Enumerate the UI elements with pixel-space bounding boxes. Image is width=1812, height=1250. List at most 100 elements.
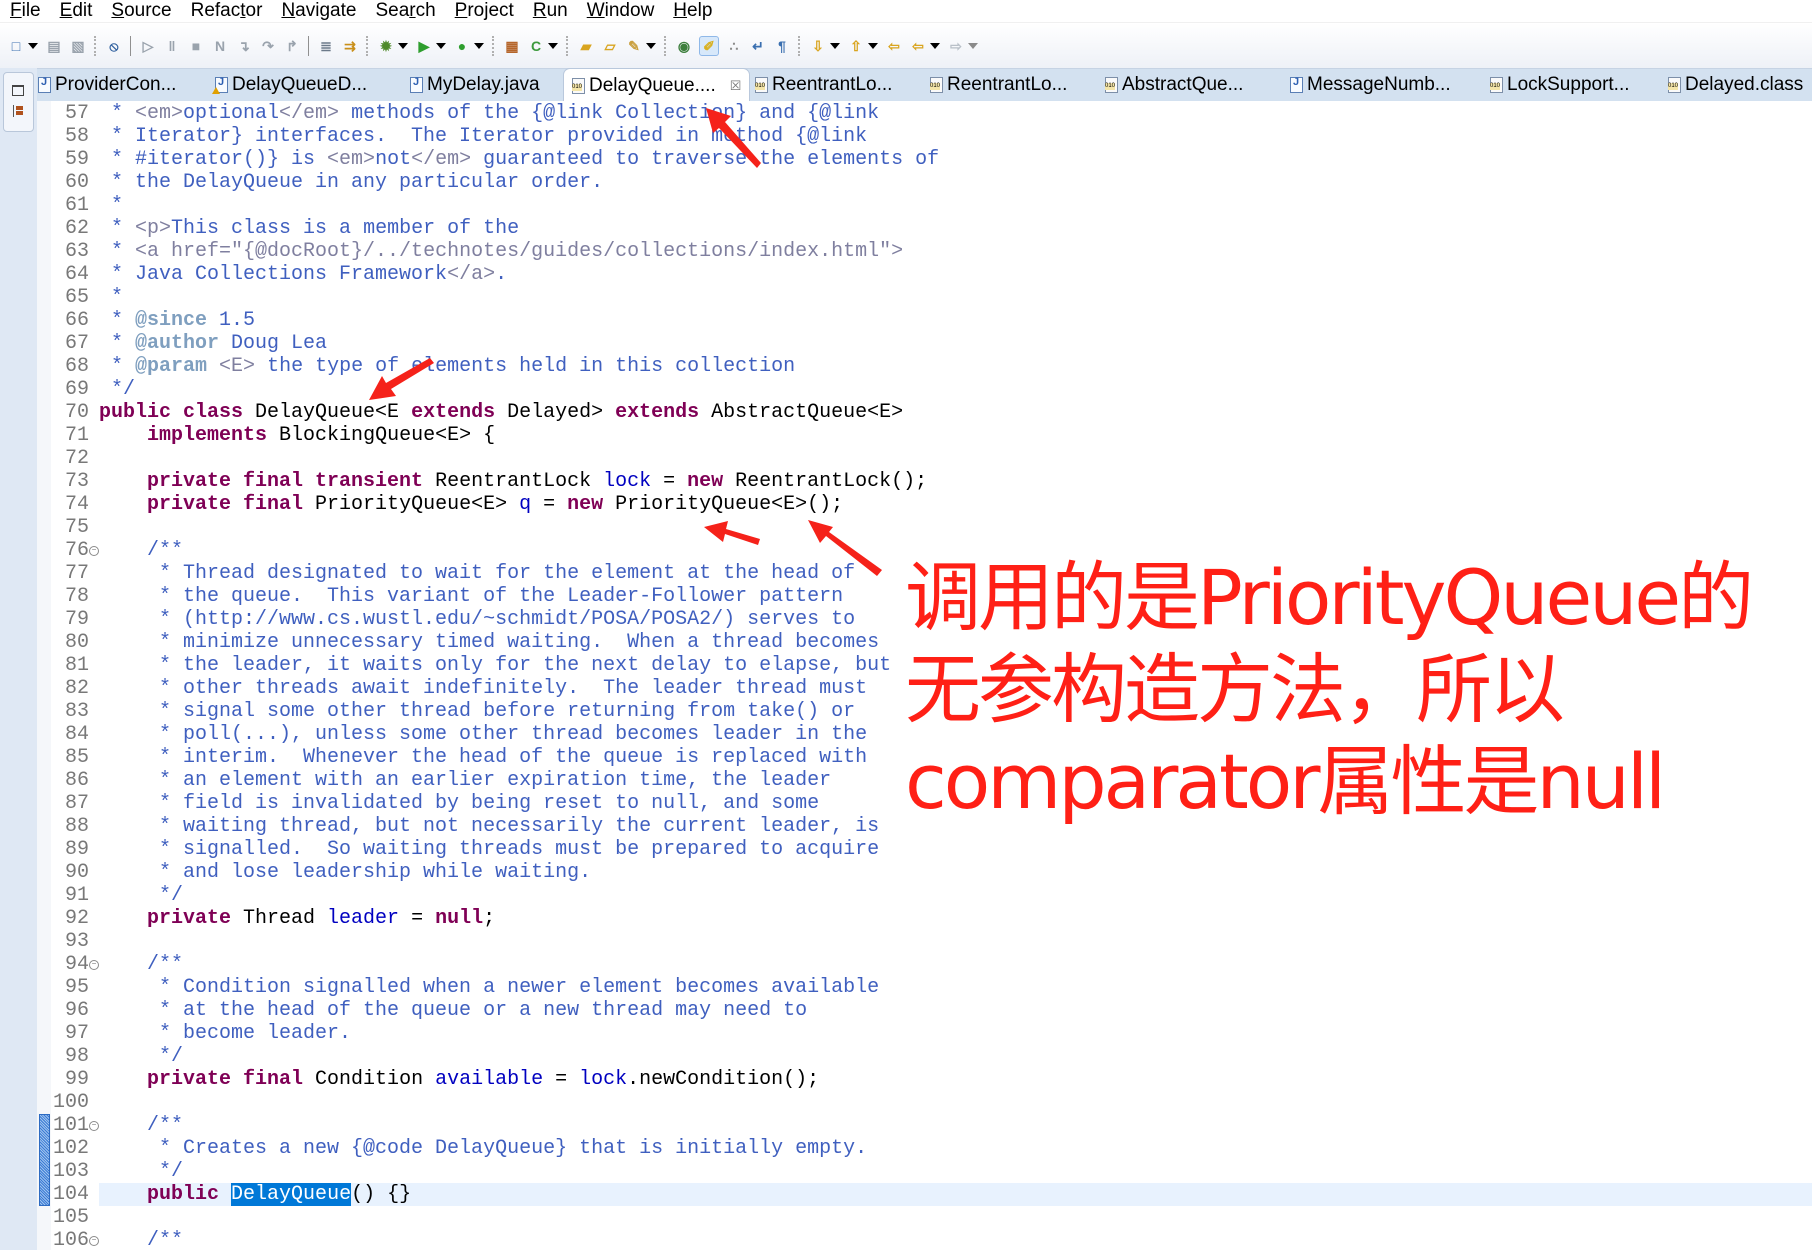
code-line[interactable]: 90 * and lose leadership while waiting. (37, 861, 1812, 884)
code-line[interactable]: 73 private final transient ReentrantLock… (37, 470, 1812, 493)
code-line[interactable]: 102 * Creates a new {@code DelayQueue} t… (37, 1137, 1812, 1160)
code-line[interactable]: 96 * at the head of the queue or a new t… (37, 999, 1812, 1022)
previous-annotation-icon[interactable]: ⇧ (847, 37, 865, 55)
fold-toggle-icon[interactable]: − (89, 1121, 99, 1131)
step-return-icon[interactable]: ↱ (283, 37, 301, 55)
package-explorer-icon[interactable] (13, 105, 24, 117)
code-line[interactable]: 67 * @author Doug Lea (37, 332, 1812, 355)
code-line[interactable]: 104 public DelayQueue() {} (37, 1183, 1812, 1206)
run-icon[interactable]: ▶ (415, 37, 433, 55)
code-line[interactable]: 57 * <em>optional</em> methods of the {@… (37, 102, 1812, 125)
debug-icon[interactable]: ✹ (377, 37, 395, 55)
dropdown-arrow-icon[interactable] (28, 37, 38, 55)
editor-tab[interactable]: DelayQueue.... ☒ (563, 68, 751, 102)
code-line[interactable]: 91 */ (37, 884, 1812, 907)
code-line[interactable]: 89 * signalled. So waiting threads must … (37, 838, 1812, 861)
code-line[interactable]: 75 (37, 516, 1812, 539)
code-line[interactable]: 99 private final Condition available = l… (37, 1068, 1812, 1091)
code-line[interactable]: 58 * Iterator} interfaces. The Iterator … (37, 125, 1812, 148)
dropdown-arrow-icon[interactable] (830, 37, 840, 55)
menu-window[interactable]: Window (587, 0, 655, 22)
editor-tab[interactable]: ReentrantLo... (755, 69, 892, 101)
editor-tab[interactable]: MyDelay.java (410, 69, 540, 101)
word-wrap-icon[interactable]: ↵ (749, 37, 767, 55)
menu-refactor[interactable]: Refactor (191, 0, 263, 22)
editor-tab[interactable]: Delayed.class (1668, 69, 1803, 101)
open-type-icon[interactable]: ▰ (577, 37, 595, 55)
code-line[interactable]: 72 (37, 447, 1812, 470)
menu-file[interactable]: File (10, 0, 41, 22)
save-all-icon[interactable]: ▧ (69, 37, 87, 55)
fold-toggle-icon[interactable]: − (89, 1236, 99, 1246)
new-icon[interactable]: □ (7, 37, 25, 55)
step-into-icon[interactable]: ↴ (235, 37, 253, 55)
code-line[interactable]: 59 * #iterator()} is <em>not</em> guaran… (37, 148, 1812, 171)
close-tab-icon[interactable]: ☒ (730, 78, 742, 94)
dropdown-arrow-icon[interactable] (436, 37, 446, 55)
search-icon[interactable]: ✎ (625, 37, 643, 55)
menu-run[interactable]: Run (533, 0, 568, 22)
restore-icon[interactable] (12, 85, 24, 96)
code-line[interactable]: 65 * (37, 286, 1812, 309)
run-external-tool-icon[interactable]: ● (453, 37, 471, 55)
code-line[interactable]: 71 implements BlockingQueue<E> { (37, 424, 1812, 447)
editor-tab[interactable]: DelayQueueD... (212, 69, 367, 101)
code-line[interactable]: 97 * become leader. (37, 1022, 1812, 1045)
dropdown-arrow-icon[interactable] (474, 37, 484, 55)
back-icon[interactable]: ⇦ (909, 37, 927, 55)
code-line[interactable]: 101− /** (37, 1114, 1812, 1137)
terminate-icon[interactable]: ■ (187, 37, 205, 55)
editor-tab[interactable]: ProviderCon... (38, 69, 176, 101)
next-annotation-icon[interactable]: ⇩ (809, 37, 827, 55)
dropdown-arrow-icon[interactable] (868, 37, 878, 55)
code-line[interactable]: 69 */ (37, 378, 1812, 401)
new-java-class-icon[interactable]: C (527, 37, 545, 55)
code-line[interactable]: 62 * <p>This class is a member of the (37, 217, 1812, 240)
code-line[interactable]: 68 * @param <E> the type of elements hel… (37, 355, 1812, 378)
menu-source[interactable]: Source (111, 0, 171, 22)
code-line[interactable]: 100 (37, 1091, 1812, 1114)
editor-tab[interactable]: AbstractQue... (1105, 69, 1243, 101)
code-line[interactable]: 64 * Java Collections Framework</a>. (37, 263, 1812, 286)
dropdown-arrow-icon[interactable] (398, 37, 408, 55)
code-line[interactable]: 93 (37, 930, 1812, 953)
toggle-mark-occurrences-icon[interactable]: ✐ (699, 35, 719, 56)
new-java-package-icon[interactable]: ▦ (503, 37, 521, 55)
code-line[interactable]: 63 * <a href="{@docRoot}/../technotes/gu… (37, 240, 1812, 263)
editor-tab[interactable]: ReentrantLo... (930, 69, 1067, 101)
use-step-filters-icon[interactable]: ⇉ (341, 37, 359, 55)
code-line[interactable]: 92 private Thread leader = null; (37, 907, 1812, 930)
resume-icon[interactable]: ▷ (139, 37, 157, 55)
code-line[interactable]: 103 */ (37, 1160, 1812, 1183)
show-whitespace-icon[interactable]: ¶ (773, 37, 791, 55)
menu-search[interactable]: Search (375, 0, 435, 22)
code-line[interactable]: 60 * the DelayQueue in any particular or… (37, 171, 1812, 194)
suspend-icon[interactable]: ‖ (163, 37, 181, 55)
toggle-breadcrumb-icon[interactable]: ◉ (675, 37, 693, 55)
code-line[interactable]: 95 * Condition signalled when a newer el… (37, 976, 1812, 999)
last-edit-location-icon[interactable]: ⇦ (885, 37, 903, 55)
dropdown-arrow-icon[interactable] (968, 37, 978, 55)
open-task-icon[interactable]: ▱ (601, 37, 619, 55)
step-over-icon[interactable]: ↷ (259, 37, 277, 55)
toggle-block-selection-icon[interactable]: ∴ (725, 37, 743, 55)
dropdown-arrow-icon[interactable] (930, 37, 940, 55)
fold-toggle-icon[interactable]: − (89, 960, 99, 970)
editor-tab[interactable]: LockSupport... (1490, 69, 1630, 101)
code-line[interactable]: 66 * @since 1.5 (37, 309, 1812, 332)
drop-to-frame-icon[interactable]: ≣ (317, 37, 335, 55)
menu-edit[interactable]: Edit (60, 0, 93, 22)
code-line[interactable]: 106− /** (37, 1229, 1812, 1250)
code-line[interactable]: 70 public class DelayQueue<E extends Dela… (37, 401, 1812, 424)
editor-tab[interactable]: MessageNumb... (1290, 69, 1451, 101)
dropdown-arrow-icon[interactable] (548, 37, 558, 55)
code-line[interactable]: 74 private final PriorityQueue<E> q = ne… (37, 493, 1812, 516)
code-line[interactable]: 98 */ (37, 1045, 1812, 1068)
forward-icon[interactable]: ⇨ (947, 37, 965, 55)
code-line[interactable]: 105 (37, 1206, 1812, 1229)
code-line[interactable]: 61 * (37, 194, 1812, 217)
menu-navigate[interactable]: Navigate (281, 0, 356, 22)
skip-breakpoints-icon[interactable]: ⦸ (105, 37, 123, 55)
menu-project[interactable]: Project (455, 0, 514, 22)
disconnect-icon[interactable]: N (211, 37, 229, 55)
